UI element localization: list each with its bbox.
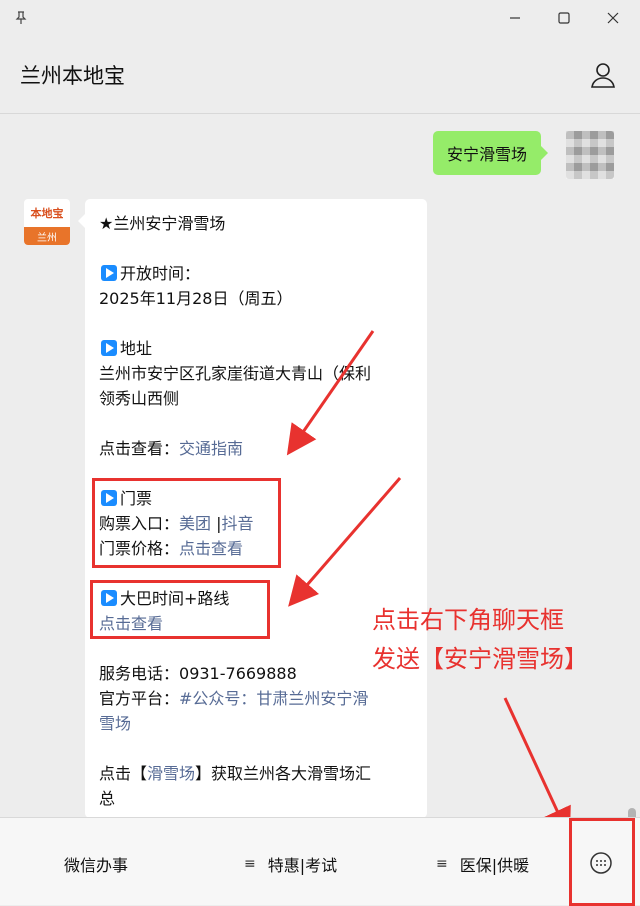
menu-item-label: 微信办事	[64, 856, 129, 875]
chat-title: 兰州本地宝	[20, 64, 125, 88]
open-label: 开放时间：	[120, 264, 201, 283]
pin-icon[interactable]	[6, 4, 36, 32]
message-title: ★兰州安宁滑雪场	[99, 214, 226, 233]
menu-list-icon: ≡	[244, 856, 256, 872]
official-prefix: 官方平台：	[99, 689, 180, 708]
annotation-line1: 点击右下角聊天框	[372, 606, 564, 634]
menu-list-icon: ≡	[436, 856, 448, 872]
menu-item-discount-exam[interactable]: ≡ 特惠|考试	[244, 852, 337, 876]
close-icon[interactable]	[598, 4, 628, 32]
bot-city-text: 兰州	[24, 227, 70, 245]
phone-prefix: 服务电话：	[99, 664, 180, 683]
my-avatar[interactable]	[566, 131, 614, 179]
annotation-line2: 发送【安宁滑雪场】	[372, 645, 588, 673]
my-message-text: 安宁滑雪场	[447, 145, 528, 164]
traffic-link[interactable]: 交通指南	[179, 439, 243, 458]
chat-area[interactable]: 安宁滑雪场 本地宝 兰州 ★兰州安宁滑雪场 开放时间： 2025年11月28日（…	[0, 114, 640, 817]
address-line1: 兰州市安宁区孔家崖街道大青山（保利	[99, 364, 372, 383]
menu-item-medical-heating[interactable]: ≡ 医保|供暖	[436, 852, 529, 876]
my-message-bubble[interactable]: 安宁滑雪场	[433, 131, 549, 175]
more-prefix: 点击【	[99, 764, 148, 783]
maximize-icon[interactable]	[549, 4, 579, 32]
more-suffix: 】获取兰州各大滑雪场汇	[195, 764, 372, 783]
minimize-icon[interactable]	[500, 4, 530, 32]
play-icon	[101, 265, 117, 281]
open-value: 2025年11月28日（周五）	[99, 289, 293, 308]
bot-logo-text: 本地宝	[30, 207, 64, 220]
bus-highlight-box	[90, 580, 270, 639]
traffic-prefix: 点击查看：	[99, 439, 180, 458]
address-label: 地址	[120, 339, 153, 358]
address-line2: 领秀山西侧	[99, 389, 180, 408]
bottom-menu-bar: 微信办事 ≡ 特惠|考试 ≡ 医保|供暖	[0, 817, 640, 906]
menu-item-label: 医保|供暖	[459, 856, 530, 875]
play-icon	[101, 340, 117, 356]
phone-value: 0931-7669888	[179, 664, 297, 683]
chat-header: 兰州本地宝	[0, 36, 640, 114]
ticket-highlight-box	[92, 478, 281, 568]
official-link-cont[interactable]: 雪场	[99, 714, 131, 733]
menu-item-wechat-service[interactable]: 微信办事	[64, 852, 128, 876]
ski-link[interactable]: 滑雪场	[147, 764, 195, 783]
menu-item-label: 特惠|考试	[267, 856, 338, 875]
more-suffix-cont: 总	[99, 789, 116, 808]
bot-avatar[interactable]: 本地宝 兰州	[24, 199, 70, 245]
annotation-text: 点击右下角聊天框 发送【安宁滑雪场】	[372, 601, 588, 679]
keyboard-highlight-box	[569, 818, 635, 906]
user-icon[interactable]	[588, 60, 618, 90]
window-titlebar	[0, 0, 640, 36]
official-link[interactable]: #公众号：甘肃兰州安宁滑	[179, 689, 368, 708]
